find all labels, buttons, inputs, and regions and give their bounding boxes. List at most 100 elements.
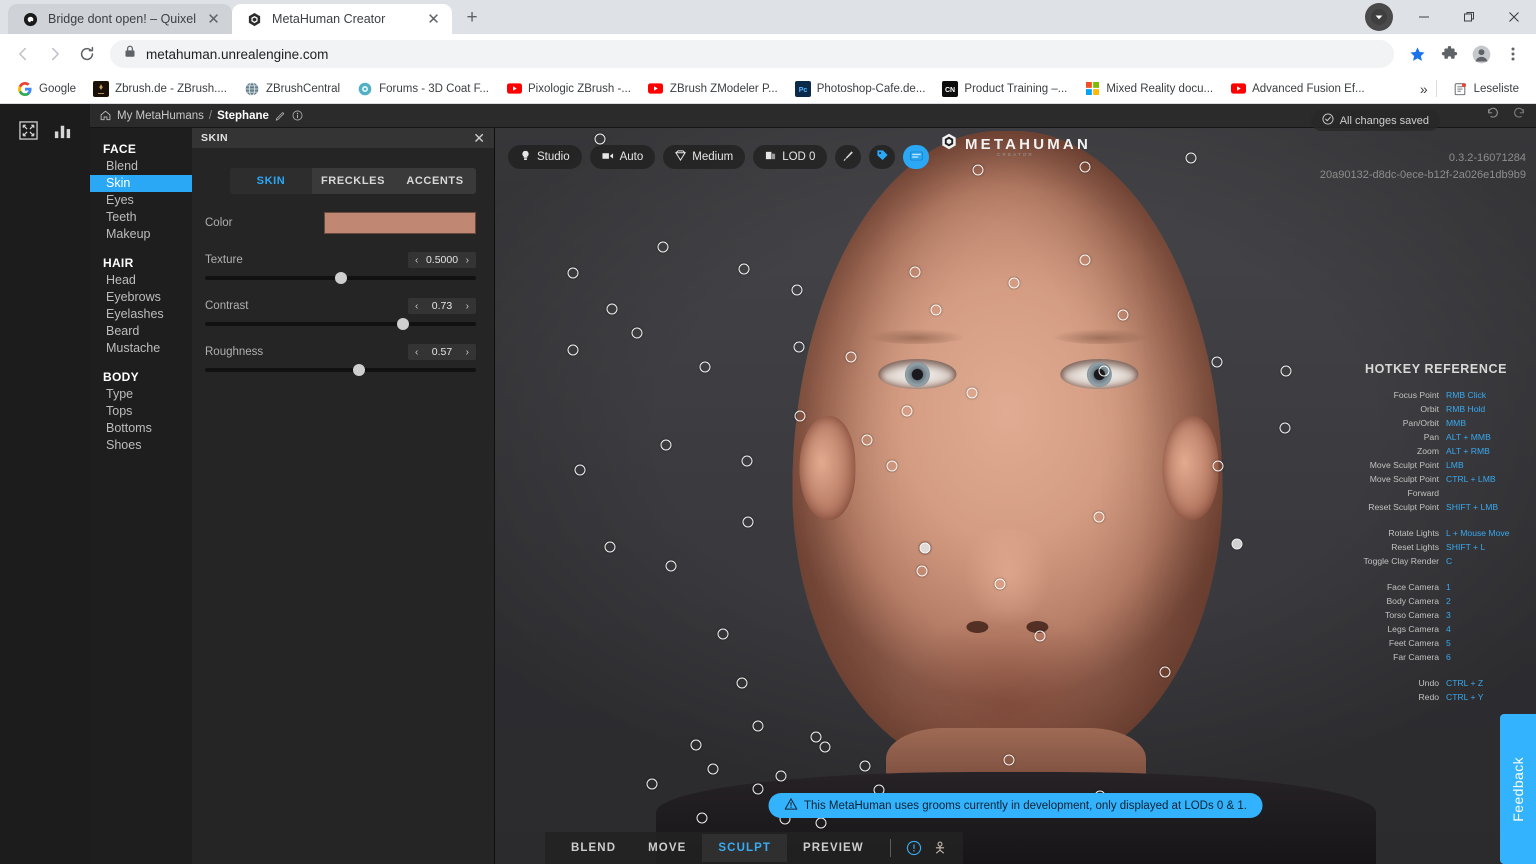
roughness-slider-track[interactable] [205,364,476,376]
sculpt-point[interactable] [567,267,579,279]
sculpt-point[interactable] [574,464,586,476]
sculpt-point[interactable] [815,817,827,829]
sculpt-point[interactable] [1280,365,1292,377]
sculpt-point[interactable] [810,731,822,743]
extensions-puzzle-icon[interactable] [1434,39,1464,69]
panel-toggle-button[interactable] [903,145,930,169]
stats-bars-icon[interactable] [49,117,75,143]
quality-button[interactable]: Medium [663,145,746,169]
close-panel-icon[interactable]: ✕ [473,131,485,145]
sculpt-point[interactable] [594,133,606,145]
browser-tab-quixel[interactable]: Bridge dont open! – Quixel ✕ [8,4,233,34]
sculpt-point[interactable] [794,410,806,422]
sculpt-point[interactable] [631,327,643,339]
lod-button[interactable]: LOD 0 [753,145,828,169]
sculpt-point[interactable] [916,565,928,577]
sculpt-point[interactable] [646,778,658,790]
sculpt-point[interactable] [909,266,921,278]
sculpt-point[interactable] [707,763,719,775]
sculpt-point[interactable] [696,812,708,824]
stepper-next-icon[interactable]: › [463,347,472,358]
sculpt-point[interactable] [742,516,754,528]
sculpt-point[interactable] [736,677,748,689]
bookmark-3dcoat-forums[interactable]: Forums - 3D Coat F... [350,78,496,100]
sculpt-point[interactable] [717,628,729,640]
roughness-stepper[interactable]: ‹ 0.57 › [408,344,476,360]
url-input[interactable]: metahuman.unrealengine.com [110,40,1394,68]
sculpt-point[interactable] [966,387,978,399]
sculpt-point[interactable] [859,760,871,772]
back-button[interactable] [8,39,38,69]
sidebar-item-bottoms[interactable]: Bottoms [90,420,192,437]
bookmark-zbrush-zmodeler[interactable]: ZBrush ZModeler P... [641,78,785,100]
texture-slider-knob[interactable] [334,272,347,284]
minimize-button[interactable] [1401,0,1446,34]
bookmark-product-training[interactable]: CN Product Training –... [935,78,1074,100]
sidebar-item-head[interactable]: Head [90,272,192,289]
sculpt-point[interactable] [1008,277,1020,289]
sculpt-point[interactable] [1159,666,1171,678]
sculpt-point[interactable] [886,460,898,472]
sculpt-point[interactable] [930,304,942,316]
sculpt-point[interactable] [752,783,764,795]
bookmark-overflow-button[interactable]: » [1420,81,1428,97]
profile-badge-icon[interactable] [1365,3,1393,31]
sculpt-point[interactable] [1185,152,1197,164]
sculpt-point-selected[interactable] [919,542,931,554]
mode-blend[interactable]: BLEND [555,834,632,862]
lighting-preset-button[interactable]: Studio [508,145,582,169]
sidebar-item-eyebrows[interactable]: Eyebrows [90,289,192,306]
fullscreen-icon[interactable] [15,117,41,143]
bookmark-pixologic-zbrush[interactable]: Pixologic ZBrush -... [499,78,638,100]
sculpt-point[interactable] [567,344,579,356]
sculpt-point[interactable] [1211,356,1223,368]
sculpt-point[interactable] [819,741,831,753]
sculpt-point[interactable] [738,263,750,275]
sculpt-point[interactable] [793,341,805,353]
breadcrumb-home[interactable]: My MetaHumans [117,110,204,122]
sculpt-point[interactable] [1079,161,1091,173]
close-window-button[interactable] [1491,0,1536,34]
sidebar-item-shoes[interactable]: Shoes [90,437,192,454]
contrast-slider-knob[interactable] [396,318,409,330]
bookmark-google[interactable]: Google [10,78,83,100]
sculpt-point[interactable] [1117,309,1129,321]
sculpt-point[interactable] [752,720,764,732]
bookmark-photoshop-cafe[interactable]: Pc Photoshop-Cafe.de... [788,78,933,100]
sculpt-point[interactable] [690,739,702,751]
3d-viewport[interactable]: Studio Auto Medium LOD 0 METAHUMAN CREAT… [495,128,1536,864]
home-icon[interactable] [100,110,111,121]
info-circle-icon[interactable] [292,110,303,121]
sculpt-point[interactable] [1034,630,1046,642]
skin-color-swatch[interactable] [324,212,476,234]
reload-button[interactable] [72,39,102,69]
sculpt-point[interactable] [1279,422,1291,434]
rig-icon[interactable] [927,835,953,861]
bookmark-mixed-reality-docs[interactable]: Mixed Reality docu... [1077,78,1220,100]
edit-pencil-icon[interactable] [275,110,286,121]
sculpt-point[interactable] [1003,754,1015,766]
stepper-prev-icon[interactable]: ‹ [412,347,421,358]
sculpt-point[interactable] [775,770,787,782]
stepper-prev-icon[interactable]: ‹ [412,301,421,312]
sculpt-point[interactable] [741,455,753,467]
sculpt-point[interactable] [791,284,803,296]
undo-icon[interactable] [1486,106,1500,125]
camera-auto-button[interactable]: Auto [589,145,656,169]
forward-button[interactable] [40,39,70,69]
contrast-stepper[interactable]: ‹ 0.73 › [408,298,476,314]
sculpt-point[interactable] [660,439,672,451]
sculpt-point[interactable] [657,241,669,253]
brush-tool-button[interactable] [835,145,862,169]
sidebar-item-beard[interactable]: Beard [90,323,192,340]
sculpt-point[interactable] [665,560,677,572]
roughness-slider-knob[interactable] [353,364,366,376]
sculpt-point-selected[interactable] [1231,538,1243,550]
sculpt-point[interactable] [845,351,857,363]
close-icon[interactable]: ✕ [425,11,442,28]
close-icon[interactable]: ✕ [205,11,222,28]
sculpt-point[interactable] [994,578,1006,590]
sculpt-point[interactable] [699,361,711,373]
stepper-next-icon[interactable]: › [463,301,472,312]
mode-sculpt[interactable]: SCULPT [702,834,787,862]
